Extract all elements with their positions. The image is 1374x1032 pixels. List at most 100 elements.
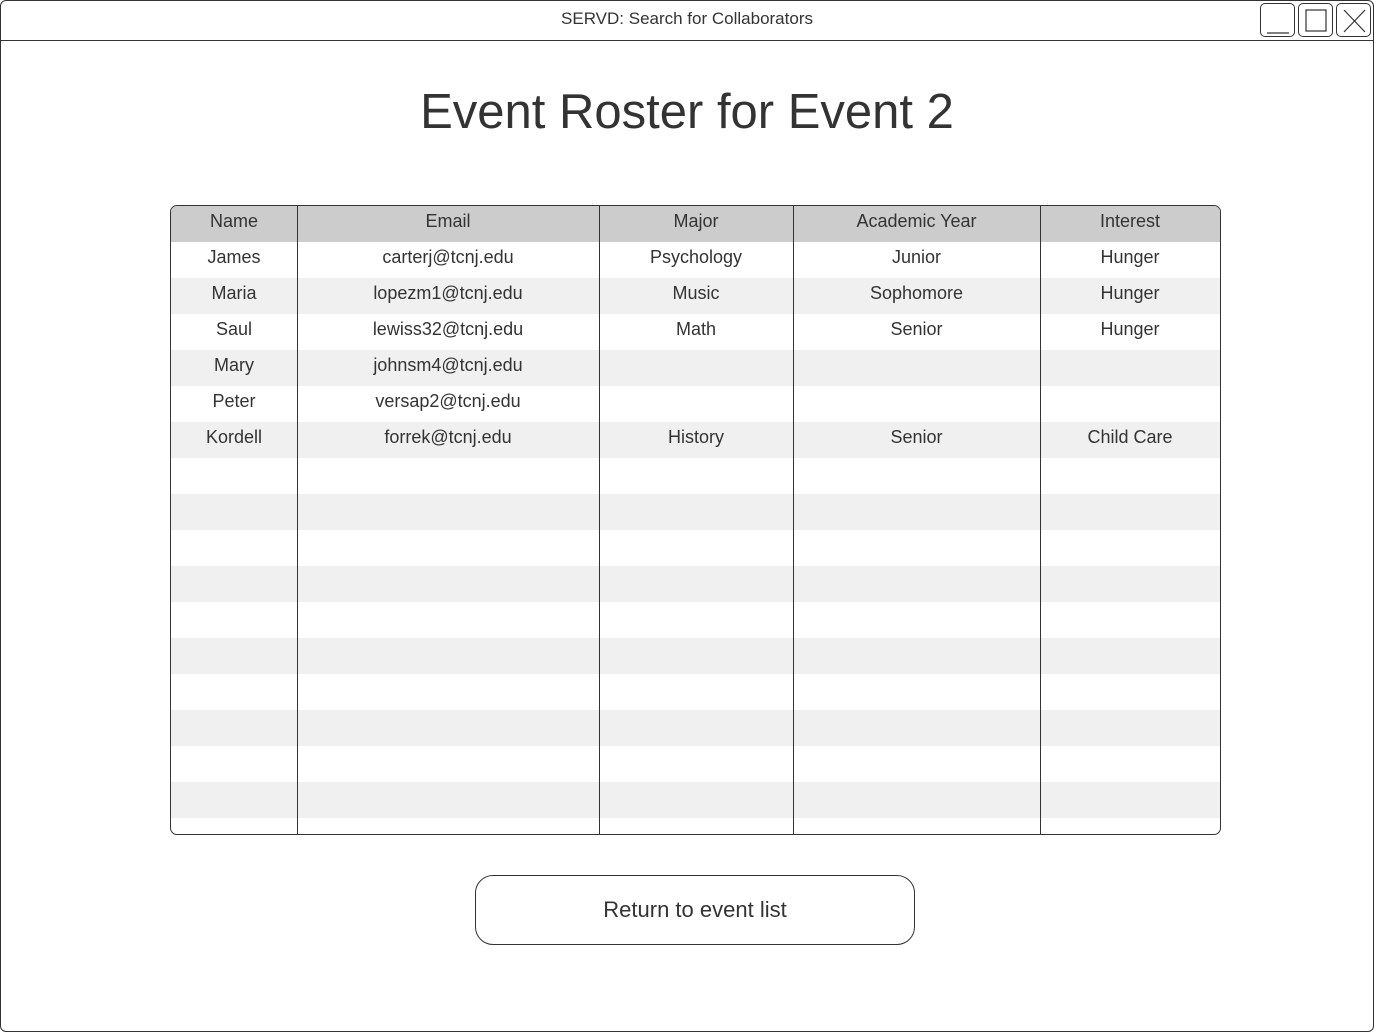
minimize-button[interactable] xyxy=(1260,3,1295,37)
cell-email: lopezm1@tcnj.edu xyxy=(373,283,523,303)
table-row[interactable]: James carterj@tcnj.edu Psychology Junior Hun… xyxy=(171,242,1220,278)
cell-major xyxy=(599,674,793,710)
minimize-icon xyxy=(1267,32,1289,34)
table-row[interactable] xyxy=(171,566,1220,602)
cell-email xyxy=(297,638,599,674)
close-button[interactable] xyxy=(1336,3,1371,37)
cell-major xyxy=(599,350,793,386)
cell-name xyxy=(171,638,297,674)
cell-email: lewiss32@tcnj.edu xyxy=(372,319,524,339)
cell-major xyxy=(599,746,793,782)
cell-academic-year: Senior xyxy=(890,427,943,447)
cell-interest: Hunger xyxy=(1100,319,1160,339)
cell-academic-year xyxy=(793,494,1040,530)
cell-major xyxy=(599,386,793,422)
cell-email xyxy=(297,494,599,530)
cell-name: Mary xyxy=(214,355,254,375)
cell-name xyxy=(171,602,297,638)
column-header-email[interactable]: Email xyxy=(297,206,599,242)
cell-name xyxy=(171,746,297,782)
table-row[interactable] xyxy=(171,494,1220,530)
cell-name: Maria xyxy=(211,283,257,303)
cell-interest xyxy=(1040,710,1220,746)
column-divider xyxy=(297,206,298,834)
cell-academic-year: Senior xyxy=(890,319,943,339)
cell-name: Peter xyxy=(212,391,256,411)
cell-academic-year xyxy=(793,458,1040,494)
cell-interest xyxy=(1040,494,1220,530)
cell-academic-year xyxy=(793,782,1040,818)
table-row[interactable] xyxy=(171,602,1220,638)
column-header-major[interactable]: Major xyxy=(599,206,793,242)
cell-email: carterj@tcnj.edu xyxy=(382,247,514,267)
title-bar[interactable]: SERVD: Search for Collaborators xyxy=(1,1,1373,41)
table-row[interactable] xyxy=(171,746,1220,782)
table-row[interactable] xyxy=(171,458,1220,494)
cell-interest xyxy=(1040,458,1220,494)
cell-major xyxy=(599,638,793,674)
cell-name xyxy=(171,530,297,566)
cell-name xyxy=(171,710,297,746)
cell-academic-year xyxy=(793,350,1040,386)
table-row[interactable]: Peter versap2@tcnj.edu xyxy=(171,386,1220,422)
column-header-name[interactable]: Name xyxy=(171,206,297,242)
table-row[interactable] xyxy=(171,638,1220,674)
cell-interest xyxy=(1040,782,1220,818)
cell-major xyxy=(599,458,793,494)
cell-major xyxy=(599,530,793,566)
column-divider xyxy=(599,206,600,834)
cell-interest xyxy=(1040,638,1220,674)
cell-academic-year xyxy=(793,746,1040,782)
cell-interest: Hunger xyxy=(1100,247,1160,267)
cell-email: johnsm4@tcnj.edu xyxy=(373,355,523,375)
window-title: SERVD: Search for Collaborators xyxy=(561,9,813,28)
cell-name: Saul xyxy=(215,319,253,339)
table-row[interactable] xyxy=(171,782,1220,818)
cell-academic-year xyxy=(793,710,1040,746)
cell-interest xyxy=(1040,386,1220,422)
cell-name: James xyxy=(207,247,261,267)
cell-interest xyxy=(1040,350,1220,386)
cell-academic-year xyxy=(793,638,1040,674)
table-row[interactable] xyxy=(171,530,1220,566)
cell-major: History xyxy=(667,427,724,447)
column-divider xyxy=(1040,206,1041,834)
column-divider xyxy=(793,206,794,834)
cell-name xyxy=(171,674,297,710)
column-header-interest[interactable]: Interest xyxy=(1040,206,1220,242)
cell-academic-year: Junior xyxy=(891,247,942,267)
cell-academic-year: Sophomore xyxy=(869,283,964,303)
column-header-academic-year[interactable]: Academic Year xyxy=(793,206,1040,242)
cell-name: Kordell xyxy=(205,427,263,447)
table-row[interactable] xyxy=(171,674,1220,710)
cell-interest xyxy=(1040,530,1220,566)
maximize-button[interactable] xyxy=(1298,3,1333,37)
cell-major xyxy=(599,782,793,818)
cell-email: versap2@tcnj.edu xyxy=(375,391,521,411)
cell-academic-year xyxy=(793,602,1040,638)
cell-academic-year xyxy=(793,530,1040,566)
cell-email xyxy=(297,674,599,710)
table-header-row: Name Email Major Academic Year Interest xyxy=(171,206,1220,242)
cell-major xyxy=(599,710,793,746)
cell-name xyxy=(171,566,297,602)
cell-email xyxy=(297,710,599,746)
table-row[interactable]: Mary johnsm4@tcnj.edu xyxy=(171,350,1220,386)
cell-major: Music xyxy=(672,283,720,303)
cell-email: forrek@tcnj.edu xyxy=(384,427,512,447)
table-row[interactable] xyxy=(171,710,1220,746)
cell-interest: Hunger xyxy=(1100,283,1160,303)
table-row[interactable]: Kordell forrek@tcnj.edu History Senior Child… xyxy=(171,422,1220,458)
cell-email xyxy=(297,566,599,602)
cell-interest xyxy=(1040,746,1220,782)
page-title: Event Roster for Event 2 xyxy=(420,85,954,139)
cell-email xyxy=(297,782,599,818)
cell-interest: Child Care xyxy=(1087,427,1173,447)
cell-email xyxy=(297,458,599,494)
cell-interest xyxy=(1040,566,1220,602)
cell-academic-year xyxy=(793,674,1040,710)
table-row[interactable]: Saul lewiss32@tcnj.edu Math Senior Hunger xyxy=(171,314,1220,350)
table-row[interactable]: Maria lopezm1@tcnj.edu Music Sophomore Hunge… xyxy=(171,278,1220,314)
cell-major xyxy=(599,566,793,602)
return-to-event-list-button[interactable]: Return to event list xyxy=(475,875,915,945)
